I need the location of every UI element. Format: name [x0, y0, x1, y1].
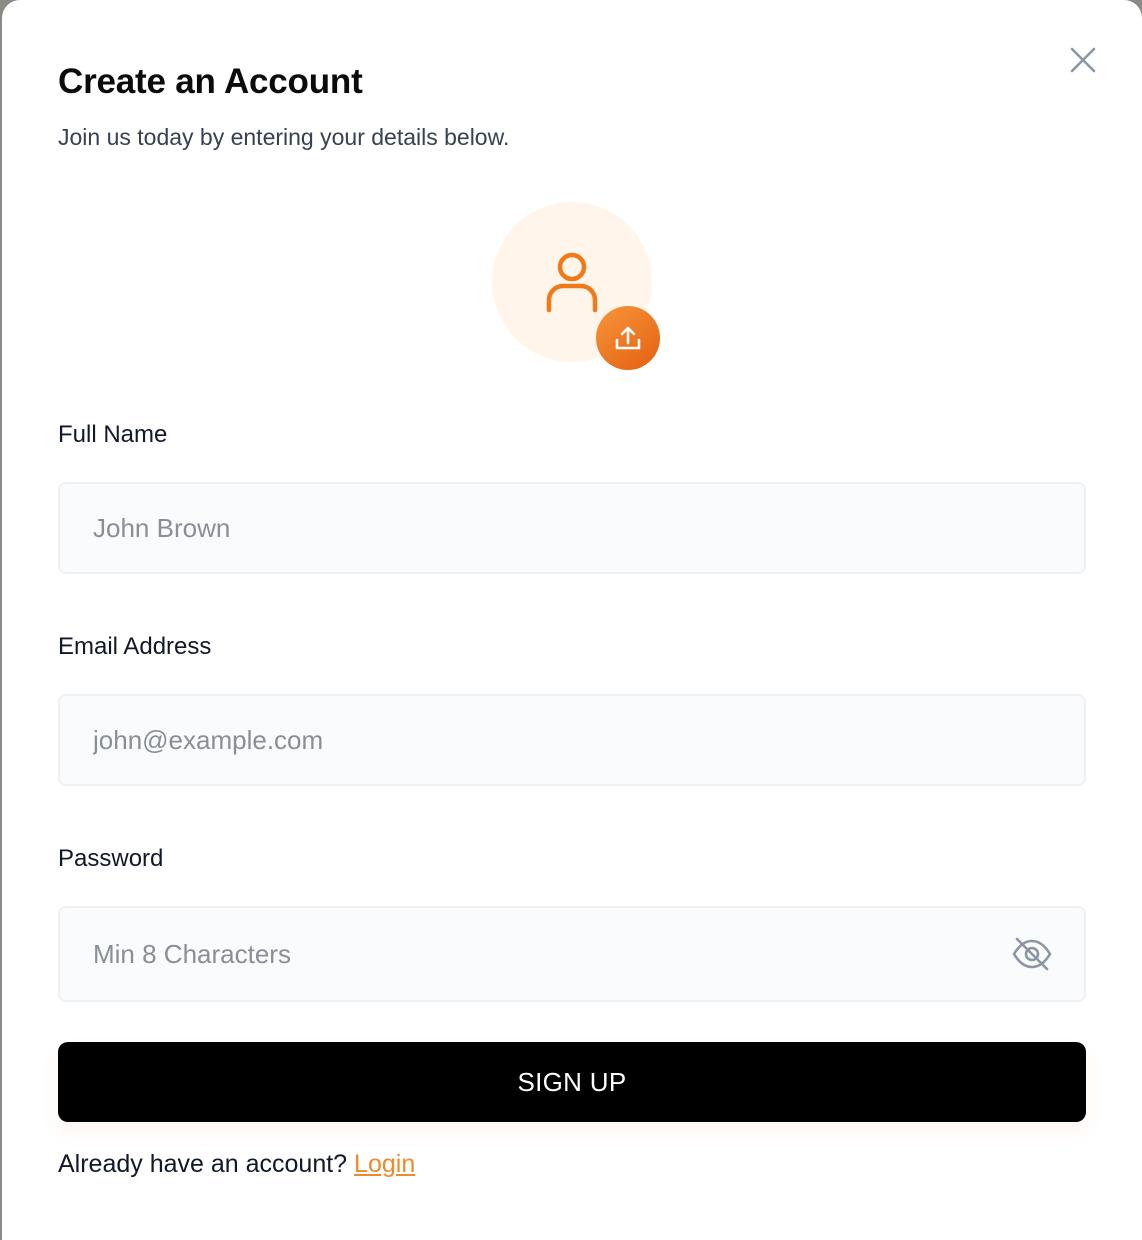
- modal-title: Create an Account: [58, 62, 363, 101]
- upload-icon: [615, 326, 641, 350]
- login-link[interactable]: Login: [354, 1150, 415, 1178]
- sign-up-button[interactable]: SIGN UP: [58, 1042, 1086, 1122]
- email-input[interactable]: [60, 696, 1084, 784]
- close-icon: [1070, 47, 1096, 73]
- password-input[interactable]: [60, 908, 1084, 1000]
- modal-subtitle: Join us today by entering your details b…: [58, 124, 510, 150]
- full-name-label: Full Name: [58, 421, 168, 448]
- login-prompt-text: Already have an account?: [58, 1150, 348, 1178]
- toggle-password-visibility-button[interactable]: [1010, 934, 1054, 974]
- email-field: [58, 694, 1086, 786]
- close-button[interactable]: [1066, 43, 1100, 77]
- password-field: [58, 906, 1086, 1002]
- user-icon: [546, 252, 598, 313]
- full-name-input[interactable]: [60, 484, 1084, 572]
- password-label: Password: [58, 845, 164, 872]
- signup-modal: Create an Account Join us today by enter…: [2, 0, 1142, 1240]
- email-label: Email Address: [58, 633, 212, 660]
- full-name-field: [58, 482, 1086, 574]
- upload-photo-button[interactable]: [596, 306, 660, 370]
- login-prompt: Already have an account? Login: [58, 1150, 415, 1179]
- eye-off-icon: [1012, 937, 1052, 971]
